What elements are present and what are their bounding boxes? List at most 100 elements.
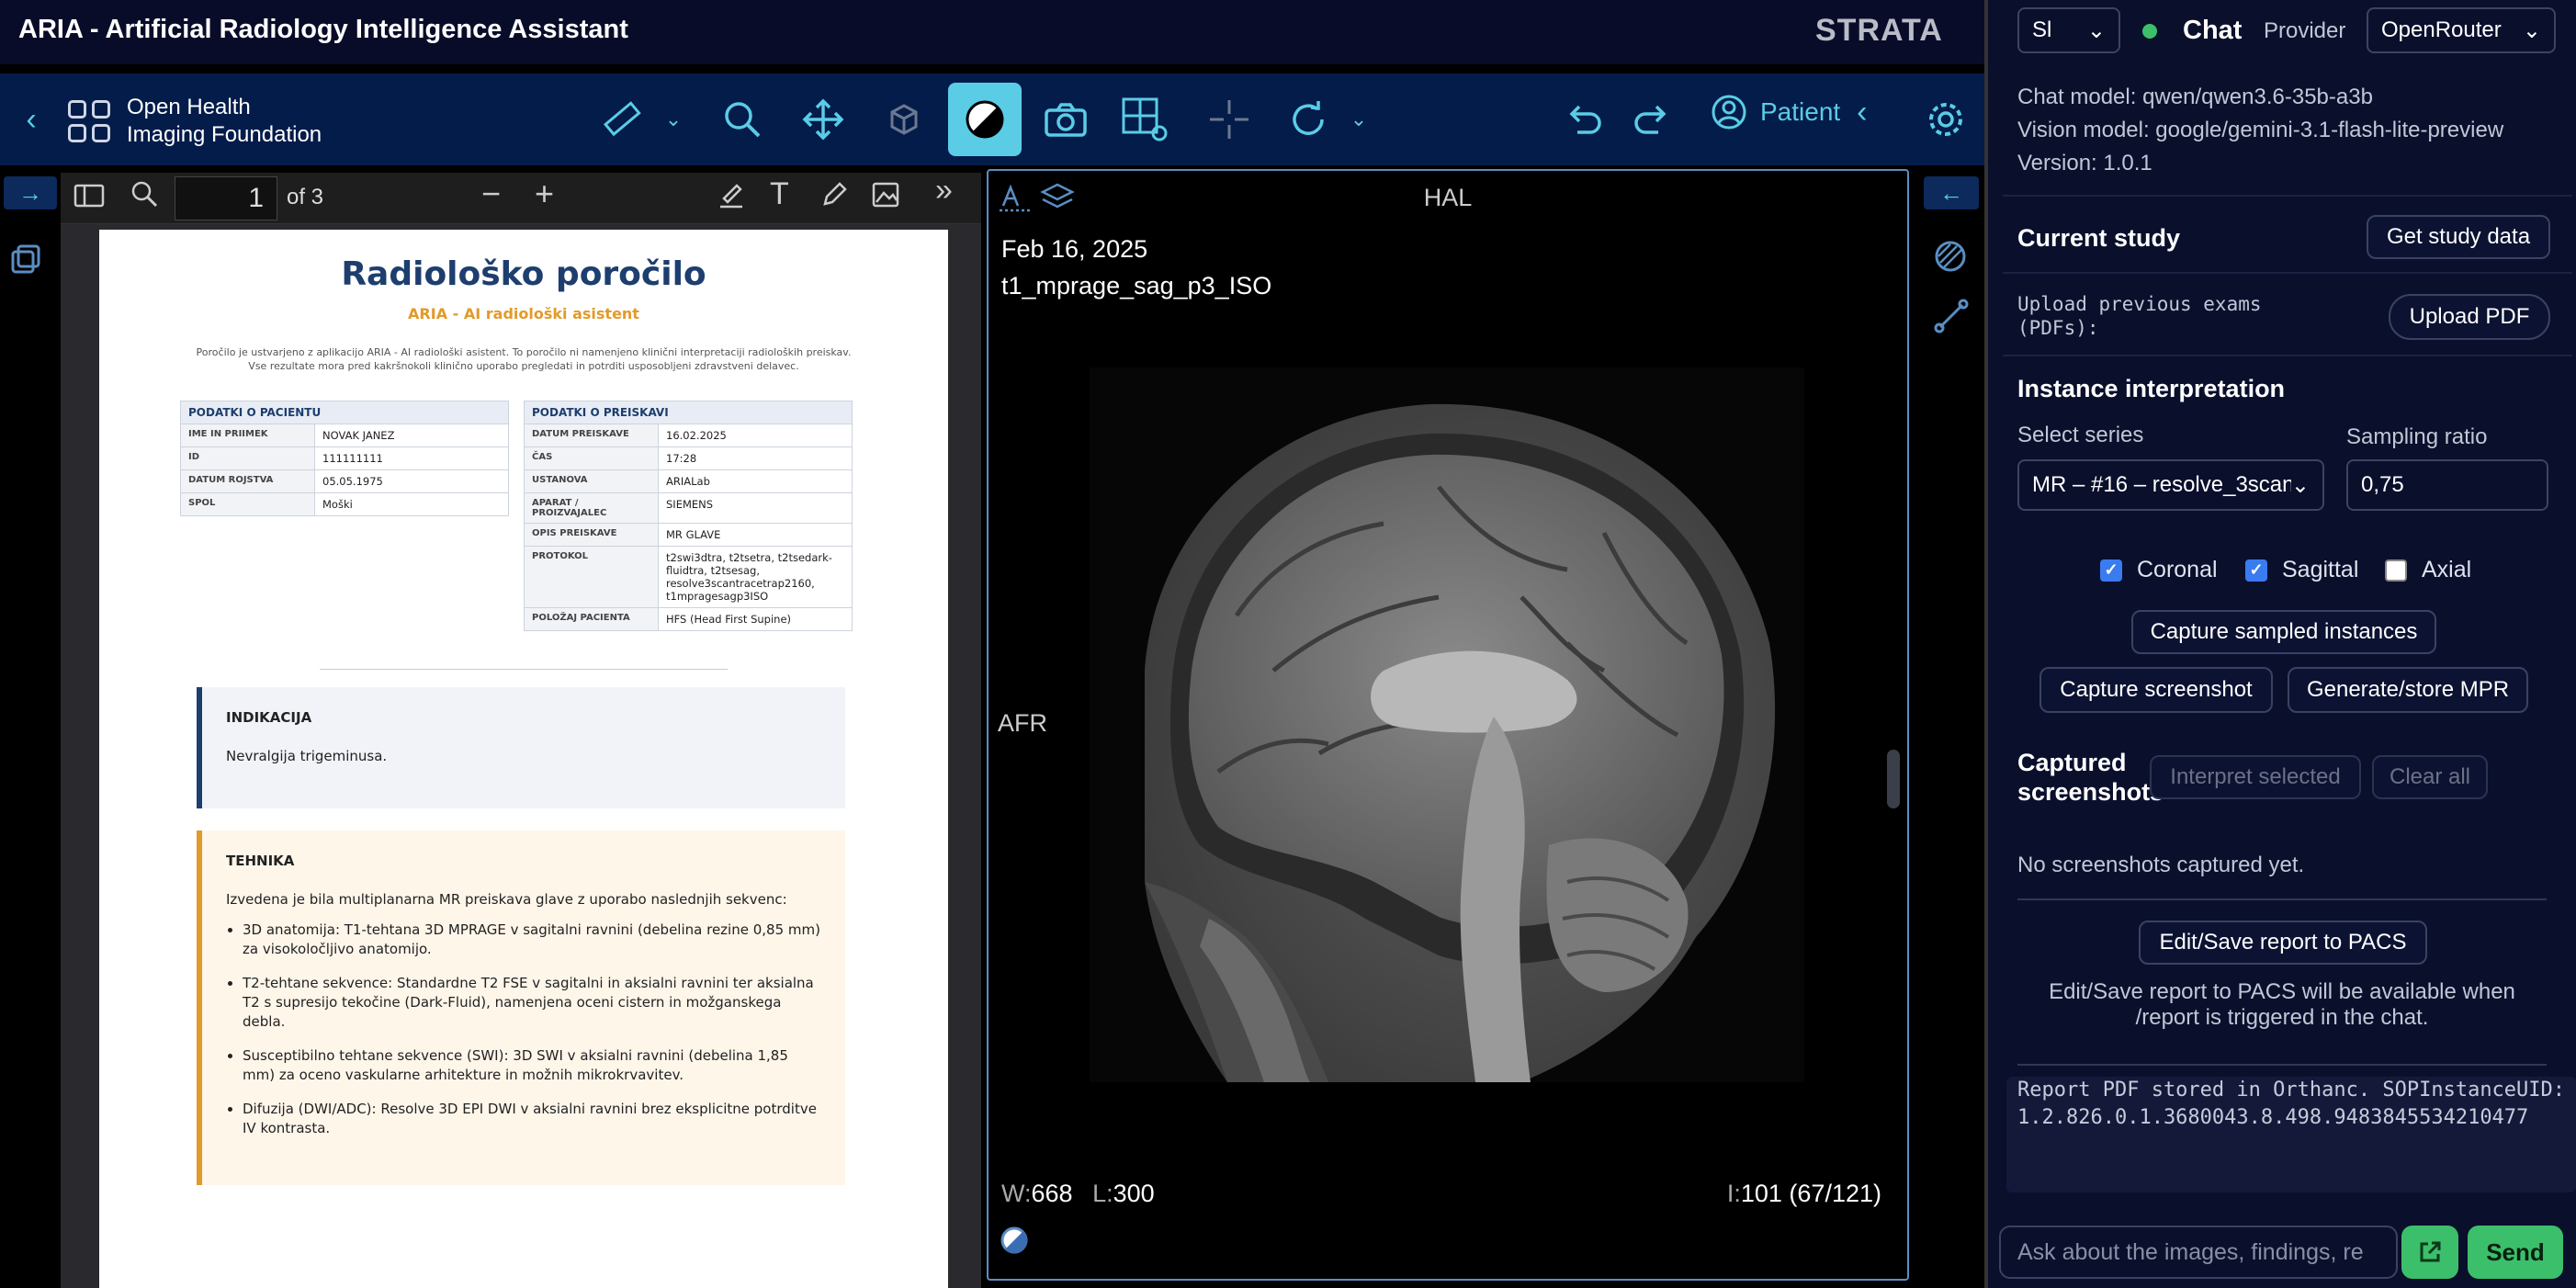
list-item: Difuzija (DWI/ADC): Resolve 3D EPI DWI v… bbox=[243, 1100, 821, 1138]
capture-screenshot-button[interactable]: Capture screenshot bbox=[2039, 667, 2273, 713]
open-external-button[interactable] bbox=[2401, 1226, 2458, 1279]
pan-icon[interactable] bbox=[797, 83, 849, 156]
window-value: 668 bbox=[1031, 1180, 1073, 1207]
edit-save-note: Edit/Save report to PACS will be availab… bbox=[2049, 979, 2515, 1030]
coronal-checkbox[interactable]: ✓ Coronal bbox=[2100, 557, 2218, 583]
chat-input[interactable] bbox=[1999, 1226, 2398, 1279]
level-label: L: bbox=[1092, 1180, 1113, 1207]
table-row: OPIS PREISKAVE MR GLAVE bbox=[524, 523, 853, 547]
aria-chat-panel: Sl ⌄ Chat Provider OpenRouter ⌄ Chat model… bbox=[1988, 0, 2576, 1288]
technique-box: TEHNIKA Izvedena je bila multiplanarna M… bbox=[197, 830, 845, 1185]
edit-save-report-button[interactable]: Edit/Save report to PACS bbox=[2139, 921, 2427, 965]
org-logo[interactable]: Open Health Imaging Foundation bbox=[68, 94, 322, 149]
instance-label: I: bbox=[1726, 1180, 1741, 1207]
redo-icon[interactable] bbox=[1626, 83, 1678, 156]
text-icon[interactable]: T bbox=[770, 176, 789, 212]
table-row: ČAS 17:28 bbox=[524, 446, 853, 470]
generate-mpr-button[interactable]: Generate/store MPR bbox=[2288, 667, 2528, 713]
series-select[interactable]: MR – #16 – resolve_3scan ⌄ bbox=[2017, 459, 2324, 511]
settings-gear-icon[interactable] bbox=[1920, 83, 1972, 156]
grid-logo-icon bbox=[68, 100, 110, 142]
chevron-down-icon: ⌄ bbox=[2522, 17, 2541, 43]
capture-sampled-button[interactable]: Capture sampled instances bbox=[2131, 610, 2436, 654]
list-item: Susceptibilno tehtane sekvence (SWI): 3D… bbox=[243, 1046, 821, 1085]
sagittal-checkbox[interactable]: ✓ Sagittal bbox=[2245, 557, 2358, 583]
viewport-scrollbar[interactable] bbox=[1887, 750, 1900, 808]
sampling-ratio-input[interactable]: 0,75 bbox=[2346, 459, 2548, 511]
pdf-viewer[interactable]: Radiološko poročilo ARIA - AI radiološki… bbox=[61, 224, 981, 1288]
series-description: t1_mprage_sag_p3_ISO bbox=[1001, 272, 1272, 299]
title-bar: ARIA - Artificial Radiology Intelligence… bbox=[0, 0, 1984, 64]
report-title: Radiološko poročilo bbox=[341, 255, 706, 293]
provider-select[interactable]: OpenRouter ⌄ bbox=[2367, 7, 2556, 53]
reset-icon[interactable] bbox=[1282, 83, 1334, 156]
zoom-icon[interactable] bbox=[717, 83, 768, 156]
status-dot bbox=[2142, 24, 2157, 39]
table-key: ČAS bbox=[524, 446, 659, 470]
table-value: HFS (Head First Supine) bbox=[658, 607, 853, 631]
external-link-icon bbox=[2420, 1241, 2441, 1262]
image-icon[interactable] bbox=[871, 180, 900, 217]
upload-label: Upload previous exams (PDFs): bbox=[2017, 293, 2262, 339]
vision-model: Vision model: google/gemini-3.1-flash-li… bbox=[2017, 118, 2504, 142]
collapse-right-panel-icon[interactable]: ← bbox=[1924, 176, 1979, 209]
layout-icon[interactable] bbox=[1117, 83, 1172, 156]
indication-title: INDIKACIJA bbox=[226, 709, 312, 726]
chat-title: Chat bbox=[2183, 16, 2243, 45]
language-select[interactable]: Sl ⌄ bbox=[2017, 7, 2120, 53]
more-tools-icon[interactable]: » bbox=[935, 173, 953, 209]
pdf-search-icon[interactable] bbox=[130, 180, 158, 215]
axial-checkbox[interactable]: Axial bbox=[2385, 557, 2471, 583]
contrast-indicator-icon bbox=[1000, 1226, 1029, 1260]
axial-label: Axial bbox=[2422, 557, 2472, 582]
ruler-icon[interactable] bbox=[597, 83, 649, 156]
segmentation-icon[interactable] bbox=[1933, 239, 1968, 278]
send-button[interactable]: Send bbox=[2468, 1226, 2563, 1279]
measure-line-icon[interactable] bbox=[1933, 298, 1970, 339]
chevron-down-icon[interactable]: ⌄ bbox=[1345, 83, 1373, 156]
select-series-label: Select series bbox=[2017, 423, 2144, 447]
zoom-out-icon[interactable]: − bbox=[481, 175, 501, 213]
3d-rotate-icon[interactable] bbox=[878, 83, 930, 156]
upload-pdf-button[interactable]: Upload PDF bbox=[2389, 294, 2550, 340]
sidebar-toggle-icon[interactable] bbox=[73, 180, 105, 219]
interpret-selected-button[interactable]: Interpret selected bbox=[2150, 755, 2361, 799]
get-study-data-button[interactable]: Get study data bbox=[2367, 215, 2550, 259]
crosshairs-icon[interactable] bbox=[1203, 83, 1255, 156]
expand-left-panel-icon[interactable]: → bbox=[4, 176, 57, 209]
sampling-ratio-value: 0,75 bbox=[2361, 472, 2404, 497]
table-row: DATUM PREISKAVE 16.02.2025 bbox=[524, 424, 853, 447]
instance-value: 101 (67/121) bbox=[1740, 1180, 1881, 1207]
chevron-down-icon[interactable]: ⌄ bbox=[660, 83, 687, 156]
table-row: DATUM ROJSTVA 05.05.1975 bbox=[180, 469, 509, 493]
window-level-button[interactable] bbox=[948, 83, 1022, 156]
clear-all-button[interactable]: Clear all bbox=[2372, 755, 2488, 799]
undo-icon[interactable] bbox=[1558, 83, 1610, 156]
report-status-box: Report PDF stored in Orthanc. SOPInstanc… bbox=[2006, 1077, 2576, 1192]
table-key: ID bbox=[180, 446, 315, 470]
technique-title: TEHNIKA bbox=[226, 853, 295, 869]
report-sop-uid: 1.2.826.0.1.3680043.8.498.94838455342104… bbox=[2017, 1106, 2529, 1129]
checkmark-icon: ✓ bbox=[2100, 559, 2122, 582]
table-row: POLOŽAJ PACIENTA HFS (Head First Supine) bbox=[524, 607, 853, 631]
patient-table-header: PODATKI O PACIENTU bbox=[180, 401, 509, 424]
orientation-left: AFR bbox=[998, 709, 1047, 737]
highlight-icon[interactable] bbox=[717, 180, 746, 217]
window-label: W: bbox=[1001, 1180, 1032, 1207]
current-study-title: Current study bbox=[2017, 224, 2181, 252]
zoom-in-icon[interactable]: + bbox=[535, 175, 554, 213]
table-row: IME IN PRIIMEK NOVAK JANEZ bbox=[180, 424, 509, 447]
image-viewport[interactable]: HAL Feb 16, 2025 t1_mprage_sag_p3_ISO AF… bbox=[987, 169, 1909, 1281]
camera-icon[interactable] bbox=[1040, 83, 1091, 156]
empty-checkbox-icon bbox=[2385, 559, 2407, 582]
table-value: ARIALab bbox=[658, 469, 853, 493]
series-stack-icon[interactable] bbox=[9, 243, 42, 276]
draw-icon[interactable] bbox=[819, 180, 849, 217]
orientation-top: HAL bbox=[1423, 184, 1473, 211]
indication-box: INDIKACIJA Nevralgija trigeminusa. bbox=[197, 687, 845, 808]
language-value: Sl bbox=[2032, 17, 2052, 42]
collapse-left-icon[interactable]: ‹ bbox=[13, 83, 50, 156]
table-key: SPOL bbox=[180, 492, 315, 516]
page-number-input[interactable] bbox=[175, 176, 277, 220]
patient-button[interactable]: Patient ‹ bbox=[1711, 94, 1868, 130]
